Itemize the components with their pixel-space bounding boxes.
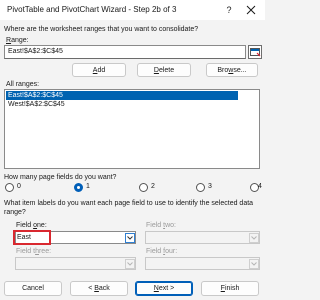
close-button[interactable] — [245, 4, 257, 16]
field-one-dropdown-button[interactable] — [125, 233, 135, 243]
radio-2[interactable] — [139, 183, 148, 192]
radio-label-2: 2 — [151, 183, 155, 190]
range-label: Range: — [6, 37, 29, 44]
range-collapse-icon — [250, 48, 261, 57]
radio-0[interactable] — [5, 183, 14, 192]
delete-button[interactable]: Delete — [137, 63, 191, 77]
radio-label-3: 3 — [208, 183, 212, 190]
list-item[interactable]: West!$A$2:$C$45 — [6, 100, 238, 109]
field-three-combo — [15, 257, 136, 270]
back-button[interactable]: < Back — [70, 281, 128, 296]
close-icon — [246, 5, 256, 15]
radio-1[interactable] — [74, 183, 83, 192]
field-two-dropdown-button — [249, 233, 259, 243]
field-three-label: Field three: — [16, 248, 52, 255]
ranges-prompt: Where are the worksheet ranges that you … — [4, 26, 199, 33]
field-one-label: Field one: — [16, 222, 47, 229]
list-item[interactable]: East!$A$2:$C$45 — [6, 91, 238, 100]
window-title: PivotTable and PivotChart Wizard - Step … — [7, 5, 177, 14]
field-four-dropdown-button — [249, 259, 259, 269]
add-button[interactable]: Add — [72, 63, 126, 77]
field-three-dropdown-button — [125, 259, 135, 269]
all-ranges-label: All ranges: — [6, 81, 40, 88]
chevron-down-icon — [251, 262, 257, 266]
chevron-down-icon — [127, 262, 133, 266]
chevron-down-icon — [251, 236, 257, 240]
radio-label-4: 4 — [258, 183, 262, 190]
field-four-combo — [145, 257, 260, 270]
radio-label-0: 0 — [17, 183, 21, 190]
range-input[interactable]: East!$A$2:$C$45 — [4, 45, 246, 59]
all-ranges-list[interactable]: East!$A$2:$C$45 West!$A$2:$C$45 — [4, 89, 260, 169]
help-button[interactable]: ? — [223, 4, 235, 16]
item-labels-prompt: What item labels do you want each page f… — [4, 200, 254, 216]
field-one-value[interactable]: East — [17, 234, 31, 241]
chevron-down-icon — [127, 236, 133, 240]
browse-button[interactable]: Browse... — [206, 63, 258, 77]
page-fields-question: How many page fields do you want? — [4, 174, 117, 181]
next-button[interactable]: Next > — [135, 281, 193, 296]
field-two-label: Field two: — [146, 222, 176, 229]
range-picker-button[interactable] — [248, 45, 262, 59]
cancel-button[interactable]: Cancel — [4, 281, 62, 296]
field-two-combo — [145, 231, 260, 244]
field-four-label: Field four: — [146, 248, 178, 255]
finish-button[interactable]: Finish — [201, 281, 259, 296]
radio-3[interactable] — [196, 183, 205, 192]
radio-label-1: 1 — [86, 183, 90, 190]
